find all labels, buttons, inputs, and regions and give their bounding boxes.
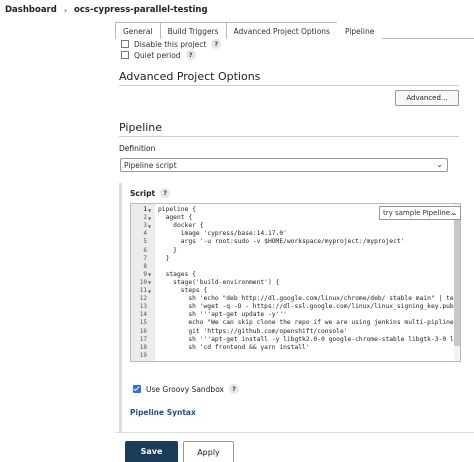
help-icon[interactable]: ? xyxy=(185,50,196,60)
code-line[interactable]: } xyxy=(158,255,170,262)
apply-button[interactable]: Apply xyxy=(183,441,234,462)
groovy-sandbox-checkbox[interactable] xyxy=(133,385,141,393)
code-line[interactable]: } xyxy=(158,247,177,254)
line-number: 3 xyxy=(143,222,147,230)
line-number: 4 xyxy=(143,230,147,238)
quiet-period-label: Quiet period xyxy=(134,50,181,60)
help-icon[interactable]: ? xyxy=(211,39,222,49)
code-line[interactable]: sh '''apt-get update -y''' xyxy=(158,311,287,318)
chevron-down-icon: ⌄ xyxy=(450,208,457,217)
line-number: 9 xyxy=(143,270,147,278)
groovy-sandbox-label: Use Groovy Sandbox xyxy=(146,384,224,394)
breadcrumb-project[interactable]: ocs-cypress-parallel-testing xyxy=(74,5,208,15)
pipeline-syntax-link[interactable]: Pipeline Syntax xyxy=(130,408,196,417)
quiet-period-option: Quiet period ? xyxy=(121,50,196,60)
tab-pipeline[interactable]: Pipeline xyxy=(336,22,383,39)
code-line[interactable]: agent { xyxy=(158,214,193,221)
line-number: 6 xyxy=(143,246,147,254)
line-number: 17 xyxy=(139,335,147,343)
line-number: 16 xyxy=(139,327,147,335)
fold-arrow-icon[interactable]: ▼ xyxy=(148,280,151,285)
save-button[interactable]: Save xyxy=(125,441,178,462)
tab-general[interactable]: General xyxy=(115,22,161,39)
line-number: 15 xyxy=(139,319,147,327)
code-line[interactable]: docker { xyxy=(158,222,203,229)
code-line[interactable]: sh '''apt-get install -y libgtk2.0-0 goo… xyxy=(158,336,460,343)
tab-build-triggers[interactable]: Build Triggers xyxy=(159,22,227,39)
line-number: 11 xyxy=(139,287,147,294)
pipeline-section-title: Pipeline xyxy=(119,121,163,134)
definition-select[interactable]: Pipeline script ⌄ xyxy=(120,158,448,172)
fold-arrow-icon[interactable]: ▼ xyxy=(148,208,151,213)
script-label: Script xyxy=(130,188,156,198)
definition-label: Definition xyxy=(119,144,156,153)
fold-arrow-icon[interactable]: ▼ xyxy=(148,216,151,221)
advanced-button[interactable]: Advanced... xyxy=(395,90,459,106)
line-number: 8 xyxy=(143,262,147,270)
code-line[interactable]: args '-u root:sudo -v $HOME/workspace/my… xyxy=(158,238,405,245)
help-icon[interactable]: ? xyxy=(160,188,171,198)
definition-select-value: Pipeline script xyxy=(124,160,177,170)
quiet-period-checkbox[interactable] xyxy=(121,51,129,59)
fold-arrow-icon[interactable]: ▼ xyxy=(148,224,151,229)
line-number: 5 xyxy=(143,238,147,246)
code-line[interactable]: image 'cypress/base:14.17.0' xyxy=(158,230,287,237)
code-line[interactable]: stage('build-environment') { xyxy=(158,279,279,286)
editor-scrollbar[interactable] xyxy=(454,204,460,361)
code-line[interactable]: pipeline { xyxy=(158,206,196,213)
code-line[interactable]: sh 'cd frontend && yarn install' xyxy=(158,344,309,351)
code-line[interactable]: steps { xyxy=(158,287,208,294)
line-number: 2 xyxy=(143,214,147,222)
section-divider xyxy=(119,136,459,137)
code-line[interactable]: git 'https://github.com/openshift/consol… xyxy=(158,328,347,335)
editor-scrollbar-thumb[interactable] xyxy=(454,216,460,346)
sample-pipeline-value: try sample Pipeline... xyxy=(383,209,457,217)
line-number: 19 xyxy=(139,351,147,359)
line-number: 18 xyxy=(139,343,147,351)
nested-section-indicator xyxy=(119,183,122,445)
breadcrumb-dashboard[interactable]: Dashboard xyxy=(5,5,57,15)
sample-pipeline-select[interactable]: try sample Pipeline... ⌄ xyxy=(379,206,461,220)
line-number: 13 xyxy=(139,303,147,311)
chevron-down-icon: ⌄ xyxy=(436,160,443,169)
config-panel: Disable this project ? Quiet period ? Ad… xyxy=(115,39,474,462)
disable-project-label: Disable this project xyxy=(134,39,207,49)
advanced-options-title: Advanced Project Options xyxy=(119,70,261,83)
line-number: 14 xyxy=(139,311,147,319)
line-number-gutter: 1 ▼ 2 ▼ 3 ▼ 4 5 6 7 8 9 ▼ 10 ▼ 11 ▼ 12 13 14 15 16 17 18 19 xyxy=(131,204,155,361)
script-label-row: Script ? xyxy=(130,188,171,198)
code-line[interactable]: echo "We can skip clone the repo if we a… xyxy=(158,319,460,326)
fold-arrow-icon[interactable]: ▼ xyxy=(148,289,151,294)
code-line[interactable]: stages { xyxy=(158,271,196,278)
fold-arrow-icon[interactable]: ▼ xyxy=(148,272,151,277)
disable-project-checkbox[interactable] xyxy=(121,40,129,48)
code-line[interactable] xyxy=(158,352,188,359)
line-number: 12 xyxy=(139,295,147,303)
script-editor[interactable]: 1 ▼ 2 ▼ 3 ▼ 4 5 6 7 8 9 ▼ 10 ▼ 11 ▼ 12 13 14 15 16 17 18 19 pipe… xyxy=(130,203,461,362)
tab-advanced-project-options[interactable]: Advanced Project Options xyxy=(225,22,338,40)
line-number: 10 xyxy=(139,278,147,286)
code-line[interactable]: sh 'echo "deb http://dl.google.com/linux… xyxy=(158,295,460,302)
breadcrumb: Dashboard › ocs-cypress-parallel-testing xyxy=(0,0,474,20)
section-divider xyxy=(119,85,459,86)
groovy-sandbox-option: Use Groovy Sandbox ? xyxy=(133,384,239,394)
line-number: 7 xyxy=(143,254,147,262)
code-line[interactable]: sh 'wget -q -O - https://dl-ssl.google.c… xyxy=(158,303,460,310)
help-icon[interactable]: ? xyxy=(229,384,239,394)
config-tabs: General Build Triggers Advanced Project … xyxy=(115,22,474,40)
line-number: 1 xyxy=(143,206,147,213)
disable-project-option: Disable this project ? xyxy=(121,39,222,49)
breadcrumb-separator-icon: › xyxy=(63,5,68,15)
